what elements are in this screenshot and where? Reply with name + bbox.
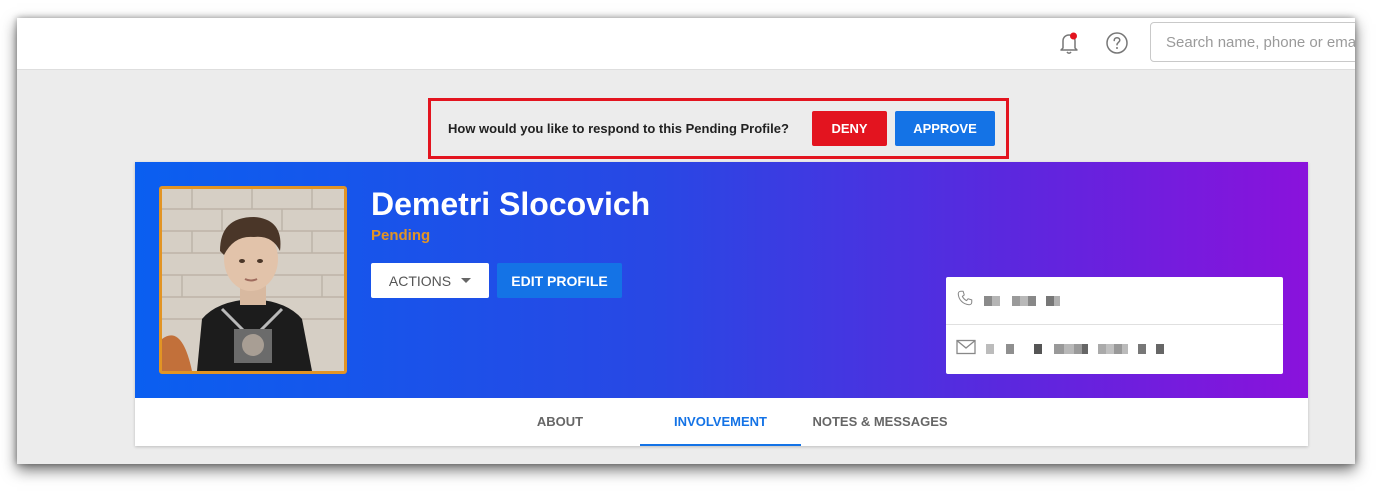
tab-notes-messages[interactable]: NOTES & MESSAGES xyxy=(807,398,953,446)
redacted-email xyxy=(986,344,1164,354)
email-row[interactable] xyxy=(946,325,1283,373)
search-input[interactable] xyxy=(1150,22,1355,62)
caret-down-icon xyxy=(461,278,472,283)
app-window: How would you like to respond to this Pe… xyxy=(17,18,1355,464)
redacted-phone xyxy=(984,295,1060,306)
phone-icon xyxy=(956,289,974,312)
profile-card: Demetri Slocovich Pending ACTIONS EDIT P… xyxy=(135,162,1308,446)
actions-label: ACTIONS xyxy=(388,272,452,289)
envelope-icon xyxy=(956,339,976,360)
pending-response-bar: How would you like to respond to this Pe… xyxy=(428,98,1009,159)
pending-question: How would you like to respond to this Pe… xyxy=(448,121,789,136)
top-bar xyxy=(17,18,1355,70)
approve-button[interactable]: APPROVE xyxy=(895,111,995,146)
tab-involvement[interactable]: INVOLVEMENT xyxy=(640,398,801,446)
bell-icon[interactable] xyxy=(1057,30,1081,56)
edit-profile-button[interactable]: EDIT PROFILE xyxy=(497,263,622,298)
question-circle-icon[interactable] xyxy=(1105,31,1129,55)
deny-button[interactable]: DENY xyxy=(812,111,887,146)
contact-info xyxy=(946,277,1283,374)
profile-tabs: ABOUT INVOLVEMENT NOTES & MESSAGES xyxy=(135,398,1308,446)
actions-dropdown[interactable]: ACTIONS xyxy=(371,263,489,298)
tab-about[interactable]: ABOUT xyxy=(520,398,600,446)
phone-row[interactable] xyxy=(946,277,1283,325)
profile-name: Demetri Slocovich xyxy=(371,186,651,222)
status-badge: Pending xyxy=(371,227,431,244)
profile-header: Demetri Slocovich Pending ACTIONS EDIT P… xyxy=(135,162,1308,398)
avatar[interactable] xyxy=(159,186,347,374)
